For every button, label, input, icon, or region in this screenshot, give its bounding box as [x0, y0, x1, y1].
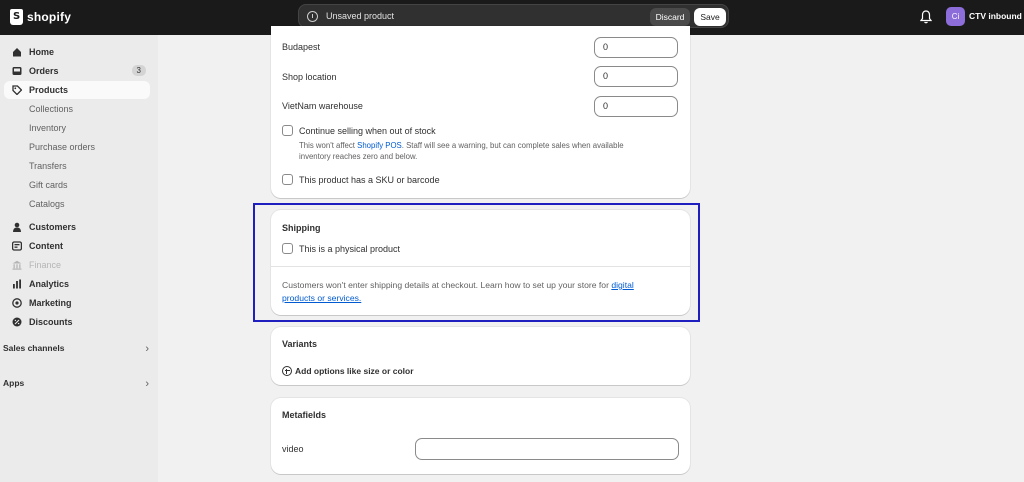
alert-icon — [307, 11, 318, 22]
sidebar-item-label: Finance — [29, 260, 62, 270]
content-icon — [12, 241, 22, 251]
location-label-budapest: Budapest — [282, 42, 321, 52]
help-text: This won't affect — [299, 141, 355, 150]
quantity-input-budapest[interactable]: 0 — [594, 37, 678, 58]
apps-section[interactable]: Apps › — [3, 378, 149, 390]
unsaved-text: Unsaved product — [326, 11, 395, 21]
continue-selling-help: This won't affect Shopify POS. Staff wil… — [299, 140, 684, 162]
quantity-input-shop-location[interactable]: 0 — [594, 66, 678, 87]
sidebar-item-marketing[interactable]: Marketing — [4, 294, 150, 312]
add-options-button[interactable]: Add options like size or color — [282, 365, 422, 377]
discount-icon — [12, 317, 22, 327]
chevron-right-icon: › — [145, 343, 149, 355]
save-button[interactable]: Save — [694, 8, 726, 26]
shopify-pos-link[interactable]: Shopify POS — [357, 141, 402, 150]
sidebar-item-products[interactable]: Products — [4, 81, 150, 99]
quantity-input-vietnam-warehouse[interactable]: 0 — [594, 96, 678, 117]
add-options-label: Add options like size or color — [295, 366, 414, 376]
tag-icon — [12, 85, 22, 95]
plus-circle-icon — [282, 366, 292, 376]
sku-checkbox[interactable] — [282, 174, 293, 185]
sidebar-item-label: Content — [29, 241, 63, 251]
sidebar-item-label: Collections — [29, 104, 74, 114]
sidebar-item-label: Analytics — [29, 279, 70, 289]
chevron-right-icon: › — [145, 378, 149, 390]
continue-selling-checkbox[interactable] — [282, 125, 293, 136]
sidebar-item-label: Discounts — [29, 317, 73, 327]
metafield-label-video: video — [282, 444, 304, 454]
variants-card: Variants Add options like size or color — [271, 327, 690, 385]
person-icon — [13, 222, 21, 232]
unsaved-changes-bar: Unsaved product Discard Save — [298, 4, 729, 28]
metafields-card: Metafields video — [271, 398, 690, 474]
target-icon — [12, 298, 22, 308]
location-label-shop: Shop location — [282, 72, 337, 82]
variants-title: Variants — [282, 339, 318, 349]
help-text: . Staff will see a warning, but can comp… — [401, 141, 624, 150]
sidebar: Home Orders 3 Products Collections Inven… — [0, 35, 158, 482]
metafield-input-video[interactable] — [415, 438, 679, 460]
avatar[interactable]: Ci — [946, 7, 965, 26]
home-icon — [13, 48, 21, 57]
highlight-box — [253, 203, 700, 322]
sidebar-item-label: Transfers — [29, 161, 67, 171]
inbox-icon — [12, 67, 22, 75]
apps-label: Apps — [3, 378, 25, 388]
bank-icon — [12, 260, 22, 270]
sidebar-item-orders[interactable]: Orders 3 — [4, 62, 150, 80]
sidebar-item-discounts[interactable]: Discounts — [4, 313, 150, 331]
sidebar-item-label: Home — [29, 47, 55, 57]
orders-count-badge: 3 — [131, 65, 146, 76]
sidebar-item-label: Inventory — [29, 123, 67, 133]
sidebar-item-catalogs[interactable]: Catalogs — [4, 195, 150, 213]
sidebar-item-label: Customers — [29, 222, 77, 232]
metafields-title: Metafields — [282, 410, 327, 420]
sidebar-item-gift-cards[interactable]: Gift cards — [4, 176, 150, 194]
sidebar-item-customers[interactable]: Customers — [4, 218, 150, 236]
sidebar-item-label: Products — [29, 85, 69, 95]
sidebar-item-label: Orders — [29, 66, 59, 76]
bell-icon[interactable] — [920, 10, 932, 24]
inventory-card: Budapest 0 Shop location 0 VietNam wareh… — [271, 26, 690, 198]
help-text: inventory reaches zero and below. — [299, 152, 418, 161]
sidebar-item-inventory[interactable]: Inventory — [4, 119, 150, 137]
sidebar-item-label: Purchase orders — [29, 142, 96, 152]
sidebar-item-label: Marketing — [29, 298, 72, 308]
shopify-bag-icon — [10, 9, 23, 25]
sales-channels-section[interactable]: Sales channels › — [3, 343, 149, 355]
store-name[interactable]: CTV inbound — [969, 11, 1022, 21]
continue-selling-label: Continue selling when out of stock — [299, 126, 436, 136]
sidebar-item-label: Catalogs — [29, 199, 65, 209]
sidebar-item-transfers[interactable]: Transfers — [4, 157, 150, 175]
chart-icon — [13, 279, 21, 289]
sidebar-item-purchase-orders[interactable]: Purchase orders — [4, 138, 150, 156]
sidebar-item-finance[interactable]: Finance — [4, 256, 150, 274]
shopify-logo[interactable]: shopify — [10, 9, 71, 25]
logo-text: shopify — [27, 10, 72, 24]
sku-label: This product has a SKU or barcode — [299, 175, 440, 185]
sidebar-item-analytics[interactable]: Analytics — [4, 275, 150, 293]
sidebar-item-label: Gift cards — [29, 180, 68, 190]
sidebar-item-home[interactable]: Home — [4, 43, 150, 61]
location-label-vietnam: VietNam warehouse — [282, 101, 363, 111]
discard-button[interactable]: Discard — [650, 8, 690, 26]
sales-channels-label: Sales channels — [3, 343, 65, 353]
sidebar-item-collections[interactable]: Collections — [4, 100, 150, 118]
sidebar-item-content[interactable]: Content — [4, 237, 150, 255]
